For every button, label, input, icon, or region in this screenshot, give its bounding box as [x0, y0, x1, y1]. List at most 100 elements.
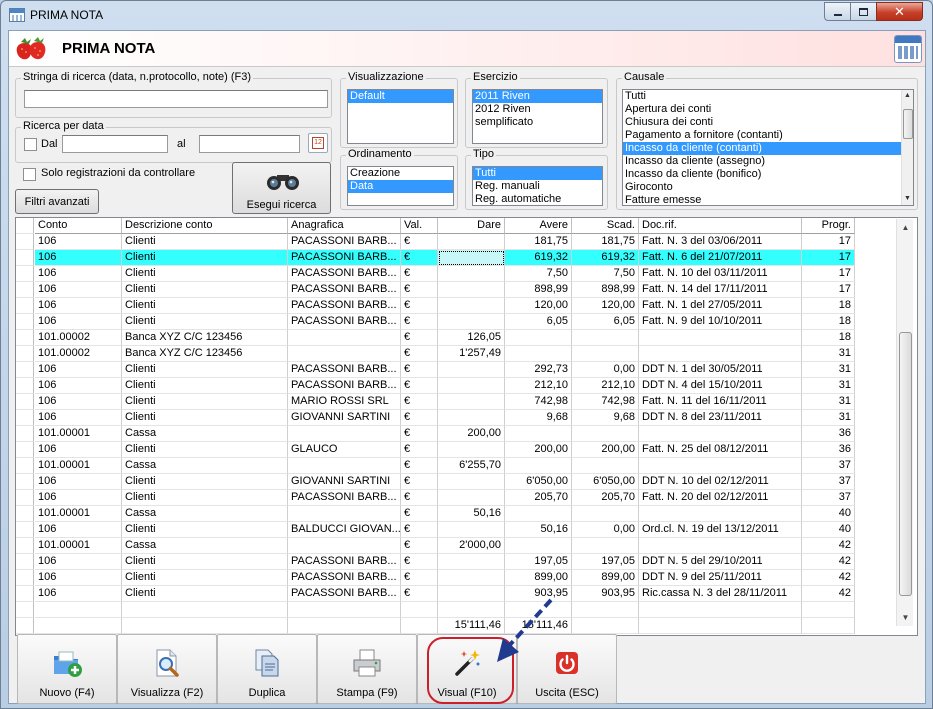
table-cell[interactable]: [288, 346, 401, 362]
row-header[interactable]: [16, 442, 34, 458]
table-cell[interactable]: [438, 522, 505, 538]
table-cell[interactable]: 212,10: [572, 378, 639, 394]
column-header[interactable]: Doc.rif.: [639, 218, 802, 234]
table-scroll-up-icon[interactable]: ▲: [897, 219, 914, 236]
table-cell[interactable]: [288, 602, 401, 618]
advanced-filters-button[interactable]: Filtri avanzati: [15, 189, 99, 214]
table-cell[interactable]: 106: [35, 586, 122, 602]
table-cell[interactable]: Clienti: [122, 410, 288, 426]
maximize-button[interactable]: [850, 2, 877, 21]
row-header[interactable]: [16, 410, 34, 426]
table-cell[interactable]: 101.00001: [35, 506, 122, 522]
row-header[interactable]: [16, 378, 34, 394]
row-header[interactable]: [16, 474, 34, 490]
table-cell[interactable]: 106: [35, 266, 122, 282]
minimize-button[interactable]: [824, 2, 851, 21]
row-header[interactable]: [16, 266, 34, 282]
table-cell[interactable]: 106: [35, 282, 122, 298]
table-cell[interactable]: 205,70: [505, 490, 572, 506]
table-cell[interactable]: 6,05: [505, 314, 572, 330]
table-cell[interactable]: [438, 490, 505, 506]
table-cell[interactable]: 42: [802, 586, 855, 602]
table-cell[interactable]: 619,32: [505, 250, 572, 266]
table-cell[interactable]: 101.00002: [35, 346, 122, 362]
table-cell[interactable]: [288, 618, 401, 634]
type-list[interactable]: Tutti Reg. manuali Reg. automatiche: [472, 166, 603, 206]
table-cell[interactable]: [401, 602, 438, 618]
causale-scroll-thumb[interactable]: [903, 109, 913, 139]
row-header[interactable]: [16, 250, 34, 266]
causale-item[interactable]: Fatture emesse: [623, 194, 901, 205]
table-cell[interactable]: 200,00: [438, 426, 505, 442]
table-cell[interactable]: 101.00001: [35, 458, 122, 474]
table-cell[interactable]: 31: [802, 394, 855, 410]
row-header[interactable]: [16, 522, 34, 538]
table-cell[interactable]: €: [401, 554, 438, 570]
row-header[interactable]: [16, 426, 34, 442]
table-cell[interactable]: Ord.cl. N. 19 del 13/12/2011: [639, 522, 802, 538]
table-scroll-thumb[interactable]: [899, 332, 912, 596]
year-item[interactable]: 2011 Riven: [473, 90, 602, 103]
table-cell[interactable]: 106: [35, 522, 122, 538]
row-header[interactable]: [16, 218, 34, 234]
table-cell[interactable]: Clienti: [122, 554, 288, 570]
table-cell[interactable]: 197,05: [572, 554, 639, 570]
table-cell[interactable]: PACASSONI BARB...: [288, 266, 401, 282]
table-cell[interactable]: Cassa: [122, 458, 288, 474]
causale-item[interactable]: Incasso da cliente (bonifico): [623, 168, 901, 181]
table-cell[interactable]: 106: [35, 410, 122, 426]
table-cell[interactable]: Clienti: [122, 490, 288, 506]
causale-item[interactable]: Incasso da cliente (assegno): [623, 155, 901, 168]
scroll-up-arrow-icon[interactable]: ▲: [902, 90, 913, 102]
table-cell[interactable]: 9,68: [505, 410, 572, 426]
table-cell[interactable]: 903,95: [572, 586, 639, 602]
year-item[interactable]: 2012 Riven: [473, 103, 602, 116]
table-cell[interactable]: GIOVANNI SARTINI: [288, 474, 401, 490]
causale-list[interactable]: Tutti Apertura dei conti Chiusura dei cont…: [622, 89, 914, 206]
table-cell[interactable]: [288, 426, 401, 442]
date-from-input[interactable]: [62, 135, 168, 153]
table-cell[interactable]: Fatt. N. 6 del 21/07/2011: [639, 250, 802, 266]
year-item[interactable]: semplificato: [473, 116, 602, 129]
table-cell[interactable]: 106: [35, 234, 122, 250]
print-button[interactable]: Stampa (F9): [317, 634, 417, 704]
table-cell[interactable]: [122, 618, 288, 634]
table-cell[interactable]: 40: [802, 506, 855, 522]
view-list[interactable]: Default: [347, 89, 454, 144]
causale-item[interactable]: Giroconto: [623, 181, 901, 194]
table-cell[interactable]: 17: [802, 250, 855, 266]
table-cell[interactable]: 106: [35, 378, 122, 394]
table-cell[interactable]: 6'050,00: [572, 474, 639, 490]
table-cell[interactable]: [438, 378, 505, 394]
table-cell[interactable]: 2'000,00: [438, 538, 505, 554]
row-header[interactable]: [16, 282, 34, 298]
table-cell[interactable]: Ric.cassa N. 3 del 28/11/2011: [639, 586, 802, 602]
year-list[interactable]: 2011 Riven 2012 Riven semplificato: [472, 89, 603, 144]
table-cell[interactable]: 205,70: [572, 490, 639, 506]
column-header[interactable]: Progr.: [802, 218, 855, 234]
table-cell[interactable]: 31: [802, 410, 855, 426]
table-cell[interactable]: [572, 458, 639, 474]
table-cell[interactable]: 212,10: [505, 378, 572, 394]
table-cell[interactable]: DDT N. 5 del 29/10/2011: [639, 554, 802, 570]
row-header[interactable]: [16, 490, 34, 506]
table-cell[interactable]: Fatt. N. 25 del 08/12/2011: [639, 442, 802, 458]
table-cell[interactable]: 742,98: [572, 394, 639, 410]
table-cell[interactable]: 899,00: [572, 570, 639, 586]
table-cell[interactable]: [572, 426, 639, 442]
table-cell[interactable]: Clienti: [122, 442, 288, 458]
only-check-checkbox[interactable]: [23, 168, 36, 181]
table-cell[interactable]: [802, 618, 855, 634]
table-cell[interactable]: 181,75: [505, 234, 572, 250]
table-cell[interactable]: DDT N. 4 del 15/10/2011: [639, 378, 802, 394]
table-cell[interactable]: [505, 346, 572, 362]
table-cell[interactable]: Clienti: [122, 266, 288, 282]
table-cell[interactable]: [288, 506, 401, 522]
table-cell[interactable]: €: [401, 394, 438, 410]
table-cell[interactable]: [438, 410, 505, 426]
table-cell[interactable]: 101.00001: [35, 426, 122, 442]
table-cell[interactable]: 106: [35, 250, 122, 266]
table-cell[interactable]: 18: [802, 314, 855, 330]
table-cell[interactable]: DDT N. 8 del 23/11/2011: [639, 410, 802, 426]
table-cell[interactable]: [572, 602, 639, 618]
